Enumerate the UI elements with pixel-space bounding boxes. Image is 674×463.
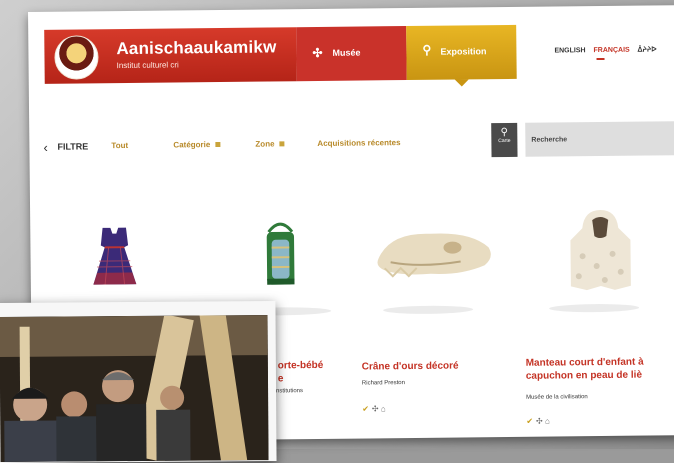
nav-exposition[interactable]: ⚲ Exposition [406, 25, 517, 80]
nav-exposition-label: Exposition [440, 46, 486, 56]
photo-content [0, 315, 269, 462]
filter-acquisitions[interactable]: Acquisitions récentes [317, 138, 400, 148]
product-title-line: Manteau court d'enfant à [526, 356, 644, 370]
product-card-fur-coat[interactable] [560, 206, 641, 302]
product-title-fur-coat[interactable]: Manteau court d'enfant à capuchon en pea… [526, 356, 644, 383]
filter-acquisitions-label: Acquisitions récentes [317, 138, 400, 148]
filter-bar: ‹ FILTRE Tout Catégorie Zone Acquisition… [43, 123, 674, 180]
language-switcher: ENGLISH FRANÇAIS ᐄᔨᔨᐅ [554, 45, 662, 54]
product-title-porte-bebe[interactable]: orte-bébé e [278, 359, 324, 385]
fur-coat-image [560, 206, 641, 297]
musee-compass-icon: ✣ [312, 46, 322, 60]
brand-block[interactable]: Aanischaaukamikw Institut culturel cri [44, 27, 297, 84]
lang-english[interactable]: ENGLISH [554, 47, 585, 54]
product-title-bear-skull[interactable]: Crâne d'ours décoré [362, 360, 459, 374]
nav-musee-label: Musée [332, 48, 360, 58]
product-institution: Richard Preston [362, 380, 405, 386]
checkmark-icon[interactable]: ✔ [362, 404, 369, 413]
overlay-photo [0, 301, 277, 463]
gallery-icon[interactable]: ⌂ [381, 404, 386, 413]
product-institution: Musée de la civilisation [526, 394, 588, 401]
product-card-bear-skull[interactable] [370, 217, 501, 293]
filter-label: FILTRE [57, 141, 88, 151]
product-title-line: capuchon en peau de liè [526, 369, 644, 383]
product-actions: ✔✣ ⌂ [362, 404, 386, 413]
chevron-left-icon[interactable]: ‹ [43, 140, 48, 155]
product-actions: ✔✣ ⌂ [526, 417, 550, 426]
filter-categorie[interactable]: Catégorie [173, 140, 220, 149]
baby-carrier-image [240, 214, 321, 293]
lang-cree[interactable]: ᐄᔨᔨᐅ [638, 46, 657, 53]
nav-musee[interactable]: ✣ Musée [296, 26, 407, 81]
group-photo-image [0, 315, 269, 462]
dropdown-square-icon [279, 142, 284, 147]
brand-name: Aanischaaukamikw [116, 37, 276, 59]
bear-skull-image [370, 217, 501, 288]
move-icon[interactable]: ✣ [372, 404, 379, 413]
lang-francais[interactable]: FRANÇAIS [593, 47, 629, 54]
map-pin-icon: ⚲ [491, 127, 517, 138]
product-institution: nstitutions [276, 388, 303, 394]
map-button[interactable]: ⚲ Carte [491, 123, 517, 157]
map-label: Carte [498, 138, 510, 144]
move-icon[interactable]: ✣ [536, 417, 543, 426]
dress-image [74, 216, 155, 295]
filter-tout[interactable]: Tout [111, 141, 128, 150]
filter-tout-label: Tout [111, 141, 128, 150]
filter-zone[interactable]: Zone [255, 139, 284, 148]
active-nav-arrow [455, 79, 469, 86]
product-shadow [383, 305, 473, 314]
checkmark-icon[interactable]: ✔ [526, 417, 533, 426]
product-title-line: e [278, 372, 324, 385]
site-header: Aanischaaukamikw Institut culturel cri ✣… [44, 23, 655, 83]
brand-subtitle: Institut culturel cri [117, 60, 179, 70]
dropdown-square-icon [215, 142, 220, 147]
search-icon: ⚲ [422, 43, 431, 57]
active-language-underline [597, 58, 605, 60]
filter-zone-label: Zone [255, 139, 274, 148]
product-title-line: orte-bébé [278, 359, 324, 372]
search-input[interactable] [525, 121, 674, 157]
institute-logo [54, 35, 98, 79]
product-card-porte-bebe[interactable] [240, 214, 321, 298]
filter-categorie-label: Catégorie [173, 140, 210, 149]
product-shadow [549, 304, 639, 313]
gallery-icon[interactable]: ⌂ [545, 417, 550, 426]
product-card-dress[interactable] [74, 216, 155, 300]
